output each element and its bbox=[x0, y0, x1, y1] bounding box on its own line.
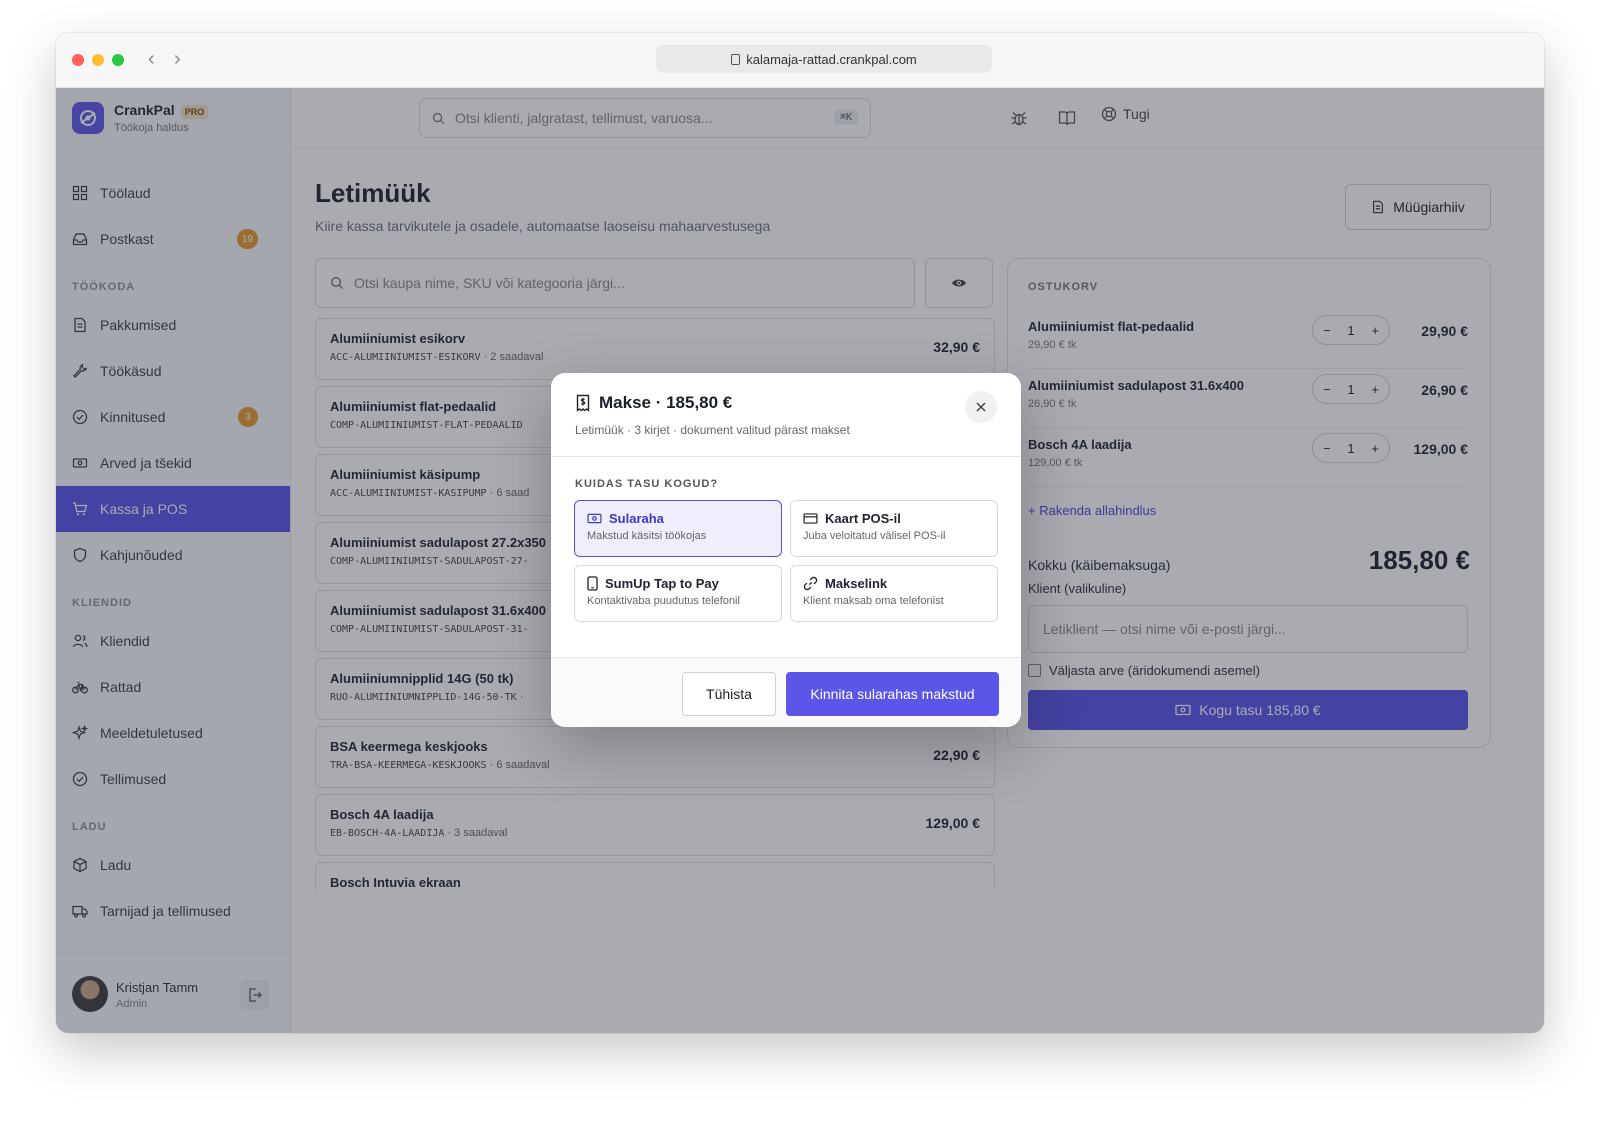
forward-arrow-icon[interactable]: › bbox=[174, 48, 181, 70]
payment-option-sumup[interactable]: SumUp Tap to Pay Kontaktivaba puudutus t… bbox=[574, 565, 782, 622]
payment-option-title: Kaart POS-il bbox=[825, 511, 901, 526]
payment-option-link[interactable]: Makselink Klient maksab oma telefonist bbox=[790, 565, 998, 622]
payment-option-cash[interactable]: Sularaha Makstud käsitsi töökojas bbox=[574, 500, 782, 557]
payment-option-desc: Juba veloitatud välisel POS-il bbox=[803, 530, 946, 542]
payment-option-desc: Klient maksab oma telefonist bbox=[803, 595, 944, 607]
payment-option-desc: Makstud käsitsi töökojas bbox=[587, 530, 707, 542]
cancel-button[interactable]: Tühista bbox=[682, 672, 776, 716]
browser-window: ‹ › kalamaja-rattad.crankpal.com CrankPa… bbox=[56, 33, 1544, 1033]
maximize-window-button[interactable] bbox=[112, 54, 124, 66]
modal-footer: Tühista Kinnita sularahas makstud bbox=[551, 657, 1021, 727]
link-icon bbox=[803, 576, 818, 591]
payment-modal: Makse · 185,80 € Letimüük · 3 kirjet · d… bbox=[551, 373, 1021, 727]
card-icon bbox=[803, 513, 818, 524]
modal-title: Makse · 185,80 € bbox=[575, 393, 732, 413]
close-window-button[interactable] bbox=[72, 54, 84, 66]
phone-icon bbox=[587, 576, 598, 591]
back-arrow-icon[interactable]: ‹ bbox=[148, 48, 155, 70]
modal-title-text: Makse · 185,80 € bbox=[599, 393, 733, 412]
payment-option-card-pos[interactable]: Kaart POS-il Juba veloitatud välisel POS… bbox=[790, 500, 998, 557]
confirm-cash-payment-button[interactable]: Kinnita sularahas makstud bbox=[786, 672, 999, 716]
modal-close-button[interactable] bbox=[965, 391, 997, 423]
payment-method-question: KUIDAS TASU KOGUD? bbox=[575, 478, 719, 490]
close-icon bbox=[976, 402, 986, 412]
browser-titlebar: ‹ › kalamaja-rattad.crankpal.com bbox=[56, 33, 1544, 88]
payment-option-title: SumUp Tap to Pay bbox=[605, 576, 719, 591]
minimize-window-button[interactable] bbox=[92, 54, 104, 66]
page-icon bbox=[731, 53, 741, 65]
address-bar[interactable]: kalamaja-rattad.crankpal.com bbox=[656, 45, 992, 73]
modal-header: Makse · 185,80 € Letimüük · 3 kirjet · d… bbox=[551, 373, 1021, 457]
url-text: kalamaja-rattad.crankpal.com bbox=[746, 51, 917, 67]
payment-option-title: Makselink bbox=[825, 576, 888, 591]
payment-option-desc: Kontaktivaba puudutus telefonil bbox=[587, 595, 740, 607]
receipt-icon bbox=[576, 394, 590, 412]
modal-subtitle: Letimüük · 3 kirjet · dokument valitud p… bbox=[575, 423, 850, 437]
payment-option-title: Sularaha bbox=[609, 511, 664, 526]
cash-icon bbox=[587, 513, 602, 524]
